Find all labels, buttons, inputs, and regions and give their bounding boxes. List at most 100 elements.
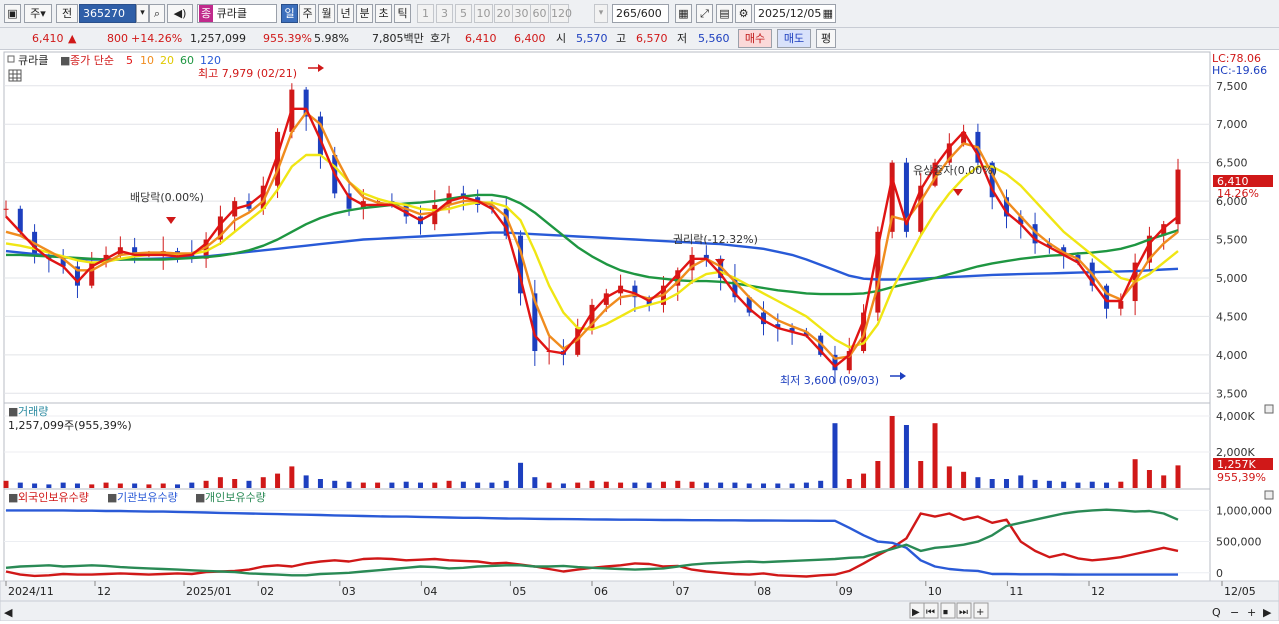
market-type-select[interactable]: 주▾ (24, 4, 52, 23)
search-icon[interactable]: ⌕ (149, 4, 165, 23)
legend-foreign: 외국인보유수량 (18, 491, 89, 504)
scope-select[interactable]: 전 (56, 4, 78, 23)
volume-bar (789, 483, 795, 488)
table-icon[interactable] (8, 69, 22, 82)
volume-bar (1089, 481, 1095, 488)
volume-bar (546, 482, 552, 488)
period-button-5[interactable]: 초 (375, 4, 392, 23)
chart-tools-icon[interactable]: ⤢ (696, 4, 713, 23)
holdings-ytick-label: 500,000 (1216, 536, 1262, 549)
volume-bar (989, 479, 995, 488)
stock-name-field[interactable]: 종 큐라클 (197, 4, 277, 23)
volume-bar (275, 473, 281, 488)
volume-bar (961, 471, 967, 488)
y-axis-ticks: 3,5004,0004,5005,0005,5006,0006,5007,000… (1216, 80, 1272, 580)
stock-badge: 종 (199, 5, 214, 22)
holdings-panel-close-icon[interactable] (1264, 490, 1274, 500)
eval-button[interactable]: 평 (816, 29, 836, 48)
volume-bar (975, 477, 981, 488)
open-price: 5,570 (576, 32, 608, 45)
scroll-bar[interactable] (0, 600, 1279, 622)
candle-body (3, 208, 9, 210)
volume-bar (74, 483, 80, 488)
holdings-ytick-label: 0 (1216, 567, 1223, 580)
period-button-2[interactable]: 월 (318, 4, 335, 23)
nav-icon-2: − (1230, 606, 1239, 619)
sound-icon[interactable]: ◀) (167, 4, 193, 23)
volume-bar (818, 480, 824, 488)
volume-bar (932, 423, 938, 488)
volume-bar (846, 479, 852, 488)
toolbar: ▣ 주▾ 전 365270 ▾ ⌕ ◀) 종 큐라클 일주월년분초틱 1 3 5 10… (0, 0, 1279, 28)
volume-bar (3, 480, 9, 488)
current-pct-tag-text: 14.26% (1217, 187, 1259, 200)
x-tick-label: 12 (97, 585, 111, 598)
x-tick-label: 12 (1091, 585, 1105, 598)
volume-bar (117, 483, 123, 488)
period-button-0[interactable]: 일 (281, 4, 298, 23)
volume-bar (32, 483, 38, 488)
legend-individual: 개인보유수량 (205, 491, 266, 504)
period-button-6[interactable]: 틱 (394, 4, 411, 23)
interval-button-4[interactable]: 20 (494, 4, 513, 23)
volume-bar (203, 480, 209, 488)
bid-price: 6,400 (514, 32, 546, 45)
holdings-ytick-label: 1,000,000 (1216, 504, 1272, 517)
interval-button-7[interactable]: 120 (550, 4, 572, 23)
volume-bar (632, 482, 638, 488)
count-field[interactable]: 265/600 (612, 4, 669, 23)
change-arrow-icon: ▲ (68, 32, 77, 45)
trade-amount: 7,805백만 (372, 32, 424, 45)
interval-button-5[interactable]: 30 (512, 4, 531, 23)
volume-bar (503, 480, 509, 488)
interval-button-6[interactable]: 60 (530, 4, 549, 23)
annotation-label: 최저 3,600 (09/03) (780, 374, 879, 387)
volume-bar (1104, 482, 1110, 488)
volume-bar (1132, 459, 1138, 488)
period-button-1[interactable]: 주 (299, 4, 316, 23)
save-icon[interactable]: ▤ (716, 4, 733, 23)
volume-bar (1161, 475, 1167, 488)
volume-bar (260, 477, 266, 488)
stock-code-input[interactable]: 365270 (79, 4, 136, 23)
x-tick-label: 11 (1009, 585, 1023, 598)
date-field[interactable]: 2025/12/05 ▦ (754, 4, 836, 23)
volume-bar (946, 466, 952, 488)
annotation-label: 최고 7,979 (02/21) (198, 67, 297, 80)
interval-button-1[interactable]: 3 (436, 4, 453, 23)
interval-dropdown-icon[interactable]: ▾ (594, 4, 608, 23)
compare-icon[interactable]: ▦ (675, 4, 692, 23)
calendar-icon[interactable]: ▦ (823, 5, 833, 22)
volume-panel-close-icon[interactable] (1264, 404, 1274, 414)
volume-bar (1118, 481, 1124, 488)
x-tick-label: 03 (342, 585, 356, 598)
volume-bar (875, 461, 881, 488)
volume-bar (346, 481, 352, 488)
holdings-legend-dot-3: ■ (195, 491, 205, 504)
code-dropdown-icon[interactable]: ▾ (136, 4, 149, 23)
change-percent: +14.26% (131, 32, 183, 45)
volume-bar (375, 482, 381, 488)
low-label: 저 (677, 32, 688, 45)
period-button-4[interactable]: 분 (356, 4, 373, 23)
volume-bar (1032, 479, 1038, 488)
x-tick-label: 04 (423, 585, 437, 598)
volume-bar (889, 416, 895, 488)
price-ytick-label: 7,500 (1216, 80, 1248, 93)
chart-svg: 3,5004,0004,5005,0005,5006,0006,5007,000… (0, 51, 1279, 622)
x-tick-label: 2024/11 (8, 585, 54, 598)
x-tick-label: 12/05 (1224, 585, 1256, 598)
period-button-3[interactable]: 년 (337, 4, 354, 23)
buy-button[interactable]: 매수 (738, 29, 772, 48)
volume-bar (360, 482, 366, 488)
legend-ma5: 5 (126, 54, 133, 67)
volume-value-label: 1,257,099주(955,39%) (8, 419, 132, 432)
settings-icon[interactable]: ⚙ (735, 4, 752, 23)
sell-button[interactable]: 매도 (777, 29, 811, 48)
interval-button-3[interactable]: 10 (474, 4, 493, 23)
window-menu-icon[interactable]: ▣ (4, 4, 21, 23)
legend-ma10: 10 (140, 54, 154, 67)
interval-button-2[interactable]: 5 (455, 4, 472, 23)
interval-button-0[interactable]: 1 (417, 4, 434, 23)
volume-bar (903, 425, 909, 488)
